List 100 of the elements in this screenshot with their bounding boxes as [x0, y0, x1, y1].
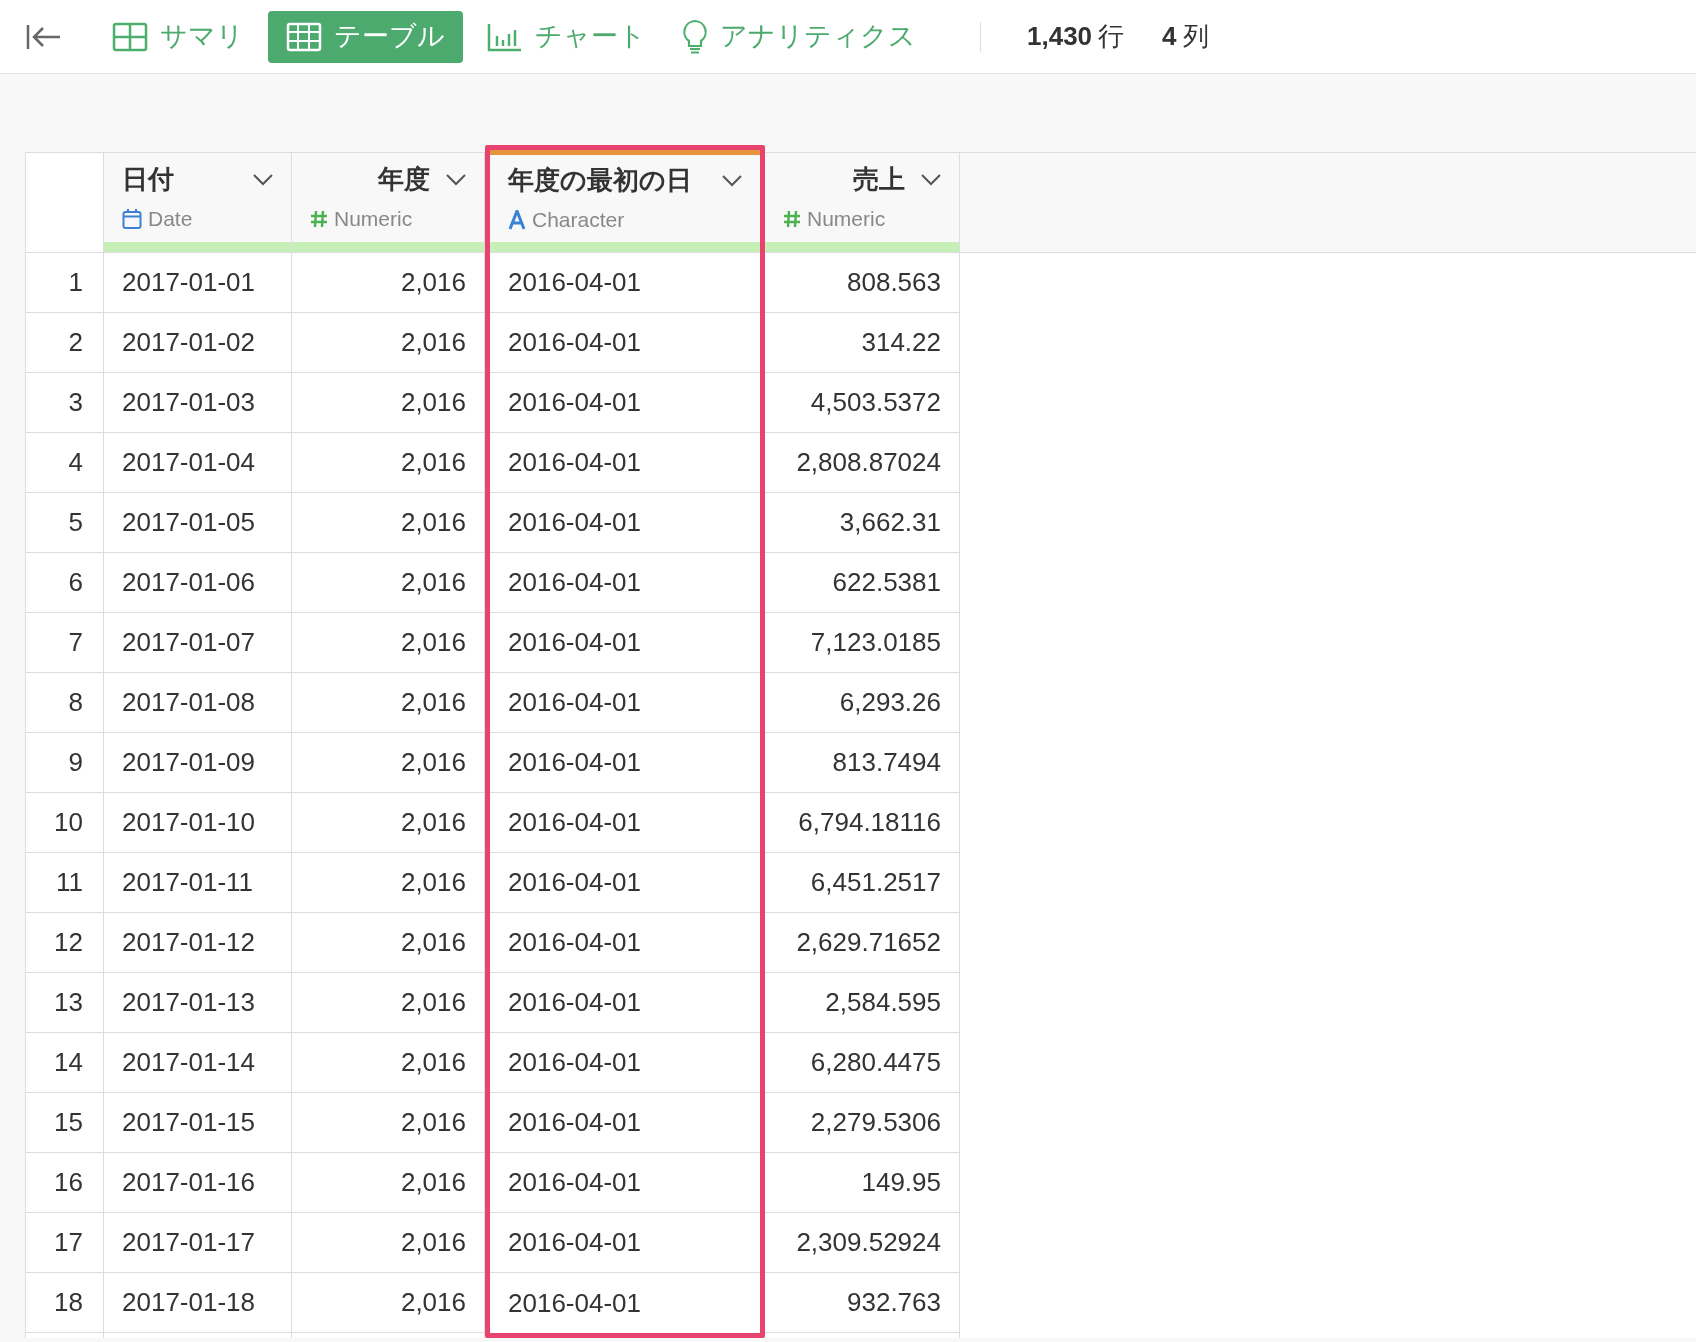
table-cell: 2,629.71652 [765, 913, 959, 973]
table-cell: 6,280.4475 [765, 1033, 959, 1093]
row-number: 16 [26, 1153, 103, 1213]
table-cell: 2016-04-01 [490, 793, 760, 853]
table-icon [286, 21, 322, 52]
table-cell: 2016-04-01 [490, 1153, 760, 1213]
column-name: 売上 [853, 163, 905, 197]
row-number: 15 [26, 1093, 103, 1153]
column-count: 4 [1162, 20, 1177, 53]
table-cell: 2017-01-06 [104, 553, 291, 613]
bar-chart-icon [487, 21, 523, 52]
chevron-down-icon[interactable] [722, 174, 742, 187]
table-cell: 2017-01-07 [104, 613, 291, 673]
table-cell: 2,016 [292, 673, 484, 733]
table-cell: 2017-01-09 [104, 733, 291, 793]
column-type: Numeric [334, 206, 413, 233]
row-number: 7 [26, 613, 103, 673]
table-cell: 2017-01-17 [104, 1213, 291, 1273]
column-header[interactable]: 年度 Numeric [292, 153, 484, 253]
table-cell: 2,016 [292, 913, 484, 973]
row-number: 9 [26, 733, 103, 793]
column-name: 年度 [378, 163, 430, 197]
row-number: 2 [26, 313, 103, 373]
table-cell: 2,016 [292, 613, 484, 673]
table-cell: 2,309.52924 [765, 1213, 959, 1273]
row-number: 12 [26, 913, 103, 973]
row-number: 11 [26, 853, 103, 913]
table-cell: 2,016 [292, 853, 484, 913]
table-cell: 813.7494 [765, 733, 959, 793]
table-cell: 2017-01-01 [104, 253, 291, 313]
column-header[interactable]: 売上 Numeric [765, 153, 959, 253]
table-cell: 2016-04-01 [490, 553, 760, 613]
row-number: 18 [26, 1273, 103, 1333]
table-cell: 2,016 [292, 793, 484, 853]
table-cell: 2,016 [292, 373, 484, 433]
table-cell: 2017-01-02 [104, 313, 291, 373]
table-cell: 2,016 [292, 1213, 484, 1273]
chevron-down-icon[interactable] [446, 173, 466, 186]
table-cell: 6,794.18116 [765, 793, 959, 853]
table-cell: 2016-04-01 [490, 373, 760, 433]
hash-icon [310, 210, 328, 228]
table-cell: 2017-01-03 [104, 373, 291, 433]
table-cell: 149.95 [765, 1153, 959, 1213]
table-cell: 2016-04-01 [490, 913, 760, 973]
table-cell: 6,451.2517 [765, 853, 959, 913]
table-cell: 2,279.5306 [765, 1093, 959, 1153]
table-cell: 2,016 [292, 493, 484, 553]
row-unit: 行 [1098, 20, 1125, 53]
table-cell: 2016-04-01 [490, 853, 760, 913]
table-cell: 2016-04-01 [490, 673, 760, 733]
table-cell: 2017-01-18 [104, 1273, 291, 1333]
table-cell: 2016-04-01 [490, 313, 760, 373]
table-cell: 2017-01-16 [104, 1153, 291, 1213]
table-cell: 2017-01-12 [104, 913, 291, 973]
row-number: 10 [26, 793, 103, 853]
lightbulb-icon [682, 18, 708, 55]
table-cell: 2016-04-01 [490, 493, 760, 553]
table-cell: 4,503.5372 [765, 373, 959, 433]
table-cell: 2017-01-14 [104, 1033, 291, 1093]
row-number: 5 [26, 493, 103, 553]
row-number: 8 [26, 673, 103, 733]
row-number: 14 [26, 1033, 103, 1093]
table-cell: 2017-01-08 [104, 673, 291, 733]
row-number: 6 [26, 553, 103, 613]
calendar-icon [122, 208, 142, 230]
row-number: 4 [26, 433, 103, 493]
column-name: 日付 [122, 163, 174, 197]
table-cell: 2016-04-01 [490, 973, 760, 1033]
table-cell: 808.563 [765, 253, 959, 313]
letter-a-icon [508, 210, 526, 230]
row-count: 1,430 [1027, 20, 1093, 53]
table-cell: 2016-04-01 [490, 253, 760, 313]
table-cell: 932.763 [765, 1273, 959, 1333]
table-cell: 2016-04-01 [490, 613, 760, 673]
table-cell: 2,016 [292, 1093, 484, 1153]
column-type: Numeric [807, 206, 886, 233]
column-type: Date [148, 206, 193, 233]
table-cell: 2,016 [292, 733, 484, 793]
chevron-down-icon[interactable] [921, 173, 941, 186]
column-header[interactable]: 年度の最初の日 Character [490, 150, 760, 253]
chevron-down-icon[interactable] [253, 173, 273, 186]
table-cell: 2017-01-05 [104, 493, 291, 553]
table-cell-text: 2016-04-01 [507, 1286, 642, 1320]
row-number: 3 [26, 373, 103, 433]
table-cell: 622.5381 [765, 553, 959, 613]
row-number: 13 [26, 973, 103, 1033]
column-name: 年度の最初の日 [508, 164, 692, 198]
table-cell: 2017-01-15 [104, 1093, 291, 1153]
table-cell: 2016-04-01 [490, 1033, 760, 1093]
table-cell: 2,016 [292, 1153, 484, 1213]
table-cell: 2016-04-01 [490, 433, 760, 493]
column-header[interactable]: 日付 Date [104, 153, 291, 253]
table-cell: 2016-04-01 [490, 1213, 760, 1273]
table-cell: 2,016 [292, 553, 484, 613]
table-cell: 2016-04-01 [490, 1093, 760, 1153]
table-cell: 2017-01-04 [104, 433, 291, 493]
selected-column-outline[interactable] [485, 145, 765, 1338]
hash-icon [783, 210, 801, 228]
column-type: Character [532, 207, 625, 234]
table-cell: 2,016 [292, 253, 484, 313]
